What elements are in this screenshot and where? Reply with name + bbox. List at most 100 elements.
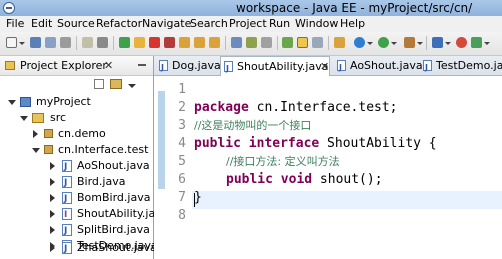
- new-dropdown-icon[interactable]: [19, 42, 25, 45]
- line-number: 1: [178, 82, 186, 97]
- tab-dog-java[interactable]: Dog.java: [156, 56, 221, 77]
- change-ruler-marker: [158, 91, 165, 189]
- external-tools-icon[interactable]: [404, 37, 415, 48]
- terminate-icon[interactable]: [149, 37, 160, 48]
- expand-arrow-icon[interactable]: [20, 116, 28, 121]
- code-editor[interactable]: 1 2 3 4 5 6 7 8 package cn.Interface.tes…: [154, 76, 502, 259]
- title-bar: workspace - Java EE - myProject/src/cn/: [0, 0, 502, 16]
- new-class-dropdown-icon[interactable]: [484, 42, 490, 45]
- code-line-7: }: [194, 190, 202, 205]
- menu-source[interactable]: Source: [57, 16, 95, 32]
- tree-item-aoshout[interactable]: AoShout.java: [0, 158, 153, 175]
- menu-window[interactable]: Window: [295, 16, 338, 32]
- step-into-icon[interactable]: [179, 37, 190, 48]
- code-comment-line-3: //这是动物叫的一个接口: [194, 119, 312, 132]
- menu-run[interactable]: Run: [269, 16, 290, 32]
- new-icon[interactable]: [6, 37, 17, 48]
- tree-item-label: Bird.java: [77, 175, 126, 188]
- open-task-icon[interactable]: [246, 37, 257, 48]
- tree-item-src[interactable]: src: [0, 110, 153, 126]
- code-text: ShoutAbility {: [319, 136, 437, 151]
- open-type-icon[interactable]: [231, 37, 242, 48]
- run-icon[interactable]: [378, 37, 389, 48]
- server-icon[interactable]: [82, 37, 93, 48]
- tree-item-bird[interactable]: Bird.java: [0, 174, 153, 191]
- tree-item-bombird[interactable]: BomBird.java: [0, 190, 153, 207]
- keyword: public void: [226, 172, 313, 187]
- tab-testdemo-java[interactable]: TestDemo.java: [420, 56, 502, 77]
- code-line-2: package cn.Interface.test;: [194, 99, 398, 117]
- collapse-arrow-icon[interactable]: [50, 194, 55, 202]
- code-text: cn.Interface.test;: [248, 100, 398, 115]
- java-file-icon: [62, 223, 72, 239]
- disconnect-icon[interactable]: [164, 37, 175, 48]
- tab-shoutability-java[interactable]: ShoutAbility.java ✕: [220, 56, 330, 78]
- package-icon: [44, 145, 53, 154]
- collapse-arrow-icon[interactable]: [50, 244, 55, 252]
- run-dropdown-icon[interactable]: [391, 42, 397, 45]
- next-annotation-icon[interactable]: [334, 37, 345, 48]
- tree-item-cn-interface-test[interactable]: cn.Interface.test: [0, 142, 153, 158]
- tree-item-label: AoShout.java: [77, 159, 150, 172]
- tree-item-cn-demo[interactable]: cn.demo: [0, 126, 153, 142]
- tree-item-splitbird[interactable]: SplitBird.java: [0, 222, 153, 239]
- annotation-icon[interactable]: [312, 37, 323, 48]
- menu-help[interactable]: Help: [340, 16, 365, 32]
- menu-search[interactable]: Search: [190, 16, 228, 32]
- step-over-icon[interactable]: [194, 37, 205, 48]
- java-file-icon: [337, 58, 346, 77]
- search-icon[interactable]: [261, 37, 272, 48]
- menu-file[interactable]: File: [6, 16, 24, 32]
- expand-arrow-icon[interactable]: [32, 148, 40, 153]
- line-number: 6: [178, 172, 186, 187]
- java-file-icon: [159, 58, 168, 77]
- expand-arrow-icon[interactable]: [8, 100, 16, 105]
- line-number: 3: [178, 118, 186, 133]
- collapse-arrow-icon[interactable]: [50, 178, 55, 186]
- explorer-close-icon[interactable]: ✕: [104, 56, 113, 75]
- link-with-editor-icon[interactable]: [110, 79, 122, 89]
- tab-close-icon[interactable]: ✕: [320, 57, 329, 76]
- new-java-project-icon[interactable]: [432, 37, 443, 48]
- tab-aoshout-java[interactable]: AoShout.java: [334, 56, 423, 77]
- new-project-dropdown-icon[interactable]: [445, 42, 451, 45]
- step-return-icon[interactable]: [209, 37, 220, 48]
- collapse-arrow-icon[interactable]: [50, 210, 55, 218]
- explorer-title: Project Explorer: [20, 59, 107, 72]
- keyword: public interface: [194, 136, 320, 151]
- print-icon[interactable]: [60, 37, 71, 48]
- collapse-arrow-icon[interactable]: [50, 226, 55, 234]
- mark-occurrences-icon[interactable]: [282, 37, 293, 48]
- tools-dropdown-icon[interactable]: [417, 42, 423, 45]
- code-text: shout();: [312, 172, 383, 187]
- tree-item-label: cn.demo: [58, 127, 106, 140]
- code-comment-line-5: //接口方法: 定义叫方法: [226, 155, 340, 168]
- new-package-icon[interactable]: [456, 37, 467, 48]
- terminal-icon[interactable]: [97, 37, 108, 48]
- collapse-all-icon[interactable]: [94, 79, 104, 89]
- tree-item-myproject[interactable]: myProject: [0, 94, 153, 110]
- line-number: 8: [178, 208, 186, 223]
- minimize-icon[interactable]: [138, 64, 146, 66]
- explorer-toolbar: [0, 76, 153, 93]
- resume-icon[interactable]: [119, 37, 130, 48]
- debug-dropdown-icon[interactable]: [367, 42, 373, 45]
- view-menu-icon[interactable]: [128, 84, 136, 88]
- menu-navigate[interactable]: Navigate: [142, 16, 191, 32]
- toggle-highlight-icon[interactable]: [297, 37, 308, 48]
- tree-item-shoutability[interactable]: ShoutAbility.java: [0, 206, 168, 223]
- save-all-icon[interactable]: [45, 37, 56, 48]
- tab-label: ShoutAbility.java: [237, 60, 329, 73]
- new-class-icon[interactable]: [471, 37, 482, 48]
- menu-refactor[interactable]: Refactor: [96, 16, 142, 32]
- collapse-arrow-icon[interactable]: [33, 130, 38, 138]
- menu-project[interactable]: Project: [229, 16, 267, 32]
- collapse-arrow-icon[interactable]: [50, 162, 55, 170]
- save-icon[interactable]: [30, 37, 41, 48]
- java-file-icon: [423, 58, 432, 77]
- window-title: workspace - Java EE - myProject/src/cn/: [236, 1, 473, 15]
- suspend-icon[interactable]: [134, 37, 145, 48]
- tree-item-zhashout[interactable]: ZhaShout.java: [0, 240, 157, 257]
- debug-icon[interactable]: [354, 37, 365, 48]
- menu-edit[interactable]: Edit: [31, 16, 52, 32]
